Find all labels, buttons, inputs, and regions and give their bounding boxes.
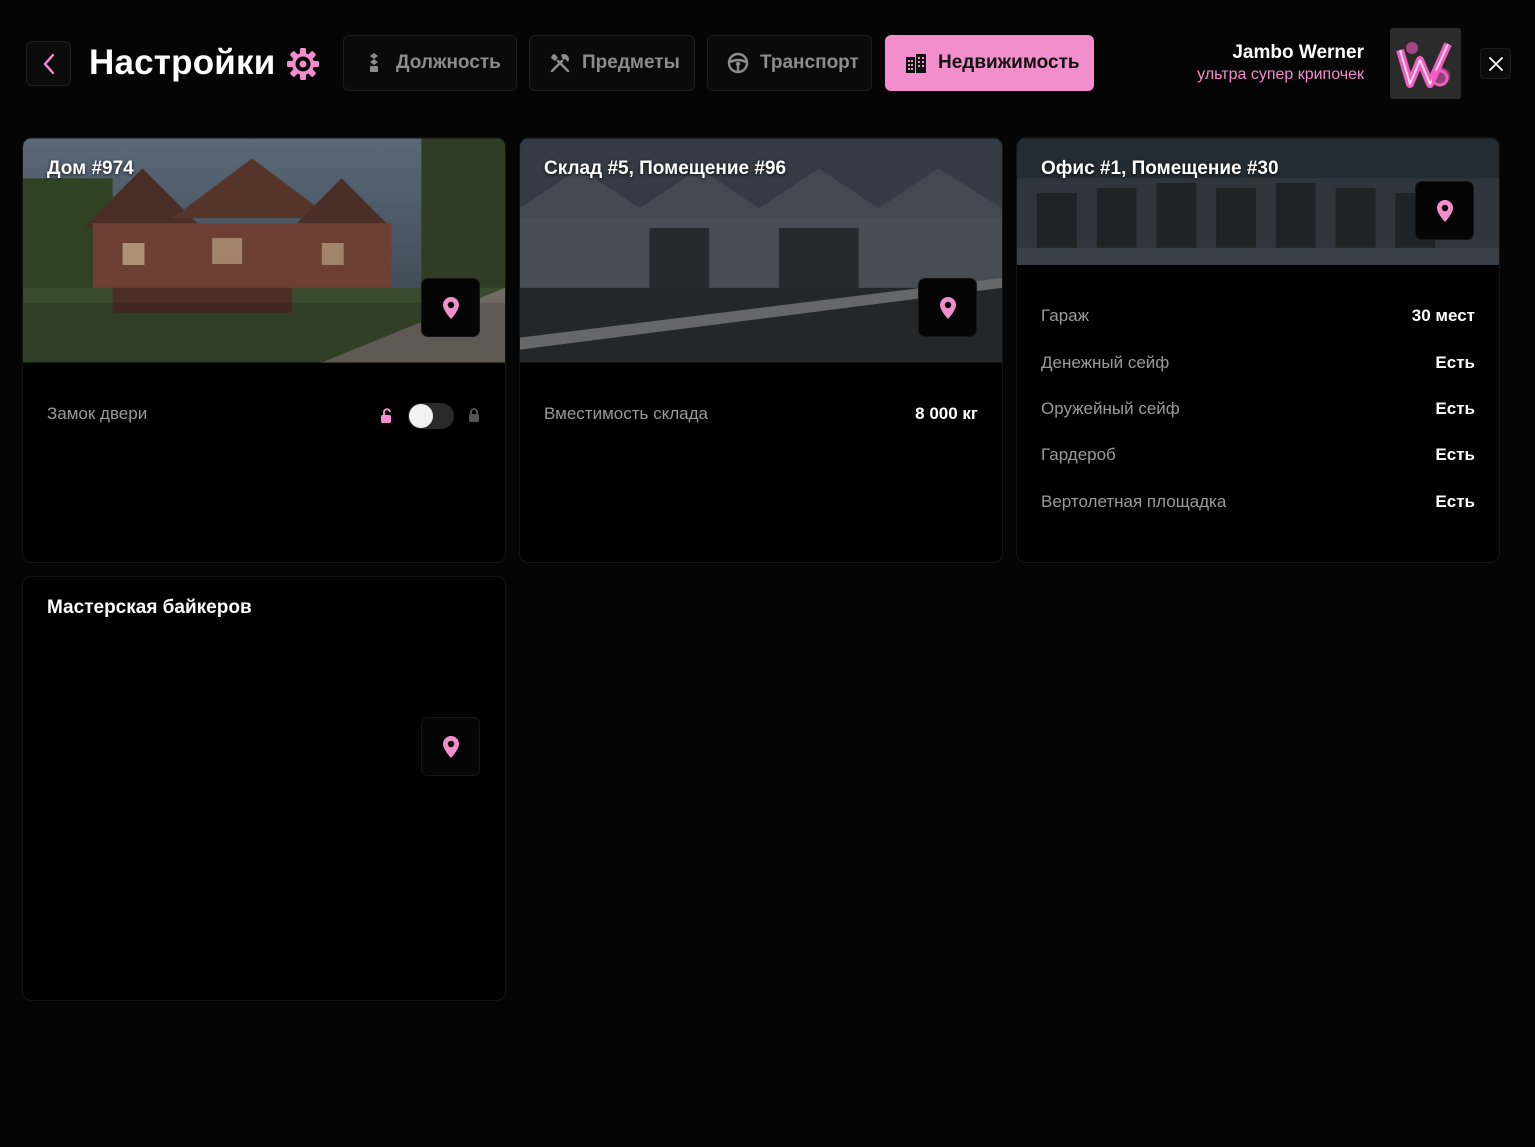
tab-label: Недвижимость — [938, 52, 1080, 73]
tab-items[interactable]: Предметы — [529, 35, 695, 91]
building-icon — [904, 51, 928, 75]
page-title: Настройки — [89, 43, 276, 82]
tab-label: Транспорт — [760, 52, 859, 73]
row-value-garage: 30 мест — [1411, 306, 1475, 325]
map-pin-button[interactable] — [421, 717, 480, 776]
tools-icon — [548, 51, 572, 75]
row-label-helipad: Вертолетная площадка — [1041, 492, 1227, 511]
chevron-left-icon — [43, 53, 54, 74]
unlock-icon — [381, 408, 391, 423]
close-button[interactable] — [1480, 48, 1511, 79]
tab-transport[interactable]: Транспорт — [707, 35, 872, 91]
map-pin-icon — [1436, 199, 1453, 222]
map-pin-icon — [442, 296, 459, 319]
back-button[interactable] — [26, 41, 71, 86]
close-icon — [1488, 56, 1503, 71]
row-label-capacity: Вместимость склада — [544, 404, 708, 423]
lock-icon — [469, 408, 479, 422]
row-value-wardrobe: Есть — [1435, 445, 1475, 464]
row-value-helipad: Есть — [1435, 492, 1475, 511]
property-card-warehouse: Склад #5, Помещение #96 Вместимость скла… — [519, 137, 1003, 563]
avatar — [1390, 28, 1461, 99]
rank-icon — [362, 51, 386, 75]
map-pin-button[interactable] — [1415, 181, 1474, 240]
row-label-weapon-safe: Оружейный сейф — [1041, 399, 1180, 418]
card-title: Мастерская байкеров — [47, 597, 252, 618]
user-role: ультра супер крипочек — [1197, 66, 1364, 83]
row-value-weapon-safe: Есть — [1435, 399, 1475, 418]
card-title: Склад #5, Помещение #96 — [544, 158, 787, 179]
user-name: Jambo Werner — [1232, 42, 1364, 63]
row-label-door-lock: Замок двери — [47, 404, 148, 423]
header: Настройки Должность Предметы Транспорт Н… — [0, 0, 1535, 128]
row-label-wardrobe: Гардероб — [1041, 445, 1116, 464]
property-card-house: Дом #974 Замок двери — [22, 137, 506, 563]
tab-rank[interactable]: Должность — [343, 35, 517, 91]
tab-label: Должность — [396, 52, 501, 73]
toggle-knob — [409, 404, 433, 428]
gear-icon — [287, 48, 319, 80]
card-title: Дом #974 — [47, 158, 134, 179]
row-label-garage: Гараж — [1041, 306, 1089, 325]
card-title: Офис #1, Помещение #30 — [1041, 158, 1279, 179]
tab-label: Предметы — [582, 52, 680, 73]
row-value-money-safe: Есть — [1435, 353, 1475, 372]
map-pin-icon — [939, 296, 956, 319]
property-card-office: Офис #1, Помещение #30 Гараж 30 мест Ден… — [1016, 137, 1500, 563]
map-pin-button[interactable] — [918, 278, 977, 337]
door-lock-toggle[interactable] — [408, 403, 454, 429]
map-pin-icon — [442, 735, 459, 758]
steering-wheel-icon — [726, 51, 750, 75]
property-card-biker-workshop: Мастерская байкеров — [22, 576, 506, 1001]
row-label-money-safe: Денежный сейф — [1041, 353, 1170, 372]
row-value-capacity: 8 000 кг — [915, 404, 978, 423]
tab-real-estate[interactable]: Недвижимость — [885, 35, 1094, 91]
map-pin-button[interactable] — [421, 278, 480, 337]
